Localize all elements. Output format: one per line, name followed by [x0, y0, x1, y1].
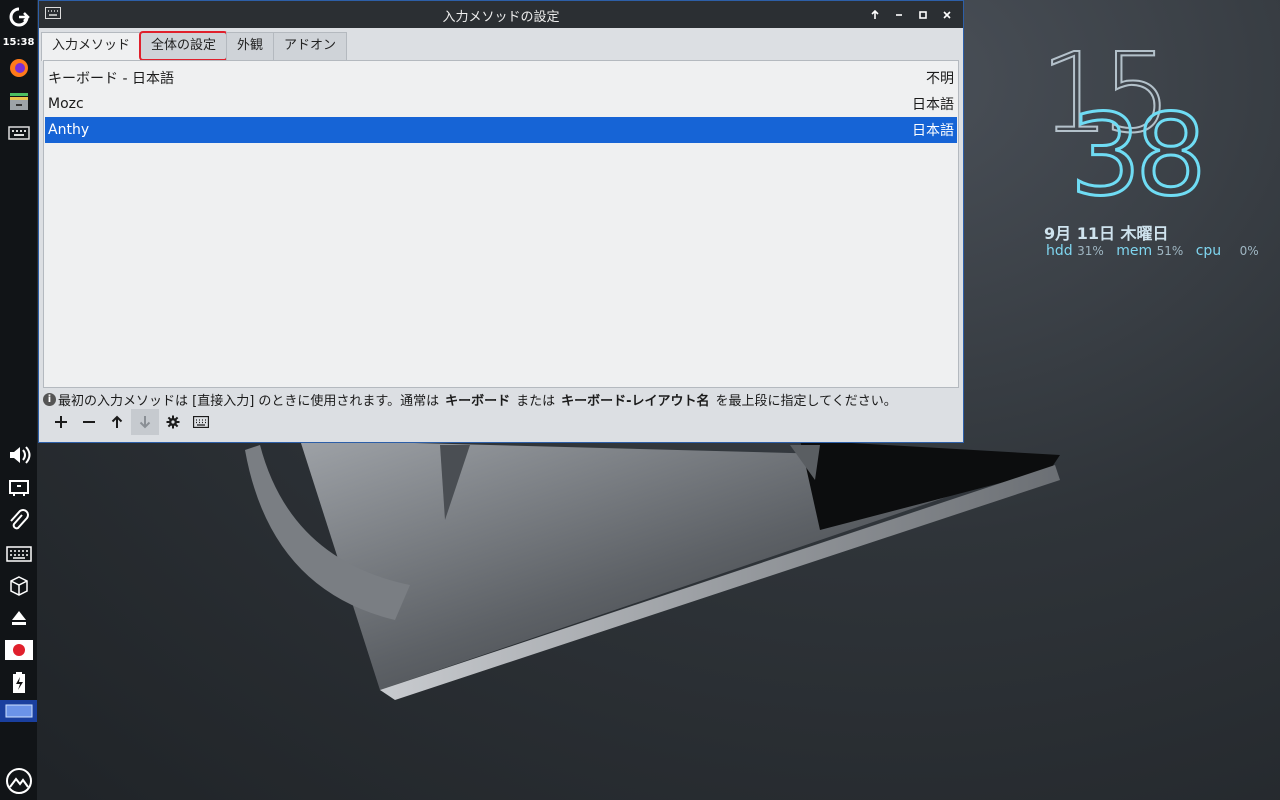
- arrow-up-icon: [111, 415, 123, 428]
- firefox-icon[interactable]: [0, 52, 37, 84]
- hdd-value: 31%: [1077, 244, 1104, 258]
- tab-appearance[interactable]: 外観: [226, 32, 275, 60]
- method-language: 日本語: [912, 123, 954, 139]
- tab-bar: 入力メソッド 全体の設定 外観 アドオン: [41, 31, 348, 61]
- configure-button[interactable]: [159, 409, 187, 435]
- arrow-up-icon: [871, 9, 879, 19]
- hint-part2: または: [516, 393, 556, 409]
- method-name: Anthy: [48, 122, 90, 138]
- window-titlebar[interactable]: 入力メソッドの設定: [39, 1, 963, 28]
- method-name: Mozc: [48, 96, 84, 112]
- volume-icon[interactable]: [0, 438, 37, 472]
- battery-icon[interactable]: [0, 666, 37, 700]
- move-up-button[interactable]: [103, 409, 131, 435]
- mem-value: 51%: [1156, 244, 1184, 258]
- window-title: 入力メソッドの設定: [442, 10, 560, 25]
- maximize-button[interactable]: [911, 1, 935, 28]
- eject-icon[interactable]: [0, 602, 37, 634]
- keyboard-icon[interactable]: [0, 118, 37, 148]
- keyboard-icon: [193, 416, 209, 428]
- minimize-icon: [896, 13, 902, 16]
- japan-flag-icon[interactable]: [0, 634, 37, 666]
- panel-clock: 15:38: [2, 37, 35, 48]
- add-button[interactable]: [47, 409, 75, 435]
- hint-bold1: キーボード: [445, 393, 511, 409]
- maximize-icon: [919, 10, 927, 19]
- arrow-down-icon: [139, 416, 151, 429]
- move-down-button[interactable]: [131, 409, 159, 435]
- input-method-config-window: 入力メソッドの設定 入力メソッド 全体の設定 外観 アドオン キーボード - 日…: [38, 0, 964, 443]
- system-stats: hdd 31% mem 51% cpu 0%: [1046, 243, 1267, 259]
- cpu-value: 0%: [1239, 244, 1259, 258]
- file-manager-icon[interactable]: [0, 84, 37, 118]
- list-item[interactable]: キーボード - 日本語 不明: [45, 65, 957, 91]
- workspace-switcher[interactable]: [0, 700, 37, 722]
- system-menu-icon[interactable]: [0, 762, 37, 800]
- tab-input-method[interactable]: 入力メソッド: [41, 32, 142, 61]
- method-name: キーボード - 日本語: [48, 71, 174, 87]
- hint-bold2: キーボード-レイアウト名: [561, 393, 710, 409]
- hint-part1: 最初の入力メソッドは [直接入力] のときに使用されます。通常は: [58, 393, 440, 409]
- desktop-clock-widget: 15 38 9月 11日 木曜日 hdd 31% mem 51% cpu 0%: [1039, 37, 1270, 268]
- gear-icon: [166, 415, 180, 429]
- keyboard-layout-icon[interactable]: [0, 538, 37, 570]
- hdd-label: hdd: [1046, 243, 1073, 259]
- info-icon: i: [43, 392, 56, 406]
- keep-above-button[interactable]: [863, 1, 887, 28]
- remove-button[interactable]: [75, 409, 103, 435]
- clock-date: 9月 11日 木曜日: [1044, 224, 1169, 243]
- hint-text: i 最初の入力メソッドは [直接入力] のときに使用されます。通常は キーボード…: [43, 390, 961, 409]
- method-language: 不明: [926, 71, 954, 87]
- keyboard-layout-button[interactable]: [187, 409, 215, 435]
- list-toolbar: [47, 409, 215, 435]
- method-language: 日本語: [912, 97, 954, 113]
- cpu-label: cpu: [1195, 243, 1222, 259]
- tab-global-config[interactable]: 全体の設定: [139, 31, 229, 61]
- paperclip-icon[interactable]: [0, 504, 37, 538]
- hint-part3: を最上段に指定してください。: [715, 393, 897, 409]
- plus-icon: [55, 416, 67, 428]
- minimize-button[interactable]: [887, 1, 911, 28]
- list-item-selected[interactable]: Anthy 日本語: [45, 117, 957, 143]
- package-box-icon[interactable]: [0, 570, 37, 602]
- close-icon: [943, 10, 951, 19]
- mem-label: mem: [1116, 243, 1153, 259]
- tab-addon[interactable]: アドオン: [273, 32, 348, 60]
- taskbar-panel: 15:38: [0, 0, 37, 800]
- clock-minute: 38: [1069, 91, 1208, 221]
- minus-icon: [83, 421, 95, 423]
- logout-icon[interactable]: [0, 0, 37, 34]
- list-item[interactable]: Mozc 日本語: [45, 91, 957, 117]
- network-icon[interactable]: [0, 472, 37, 504]
- close-button[interactable]: [935, 1, 959, 28]
- input-method-list: キーボード - 日本語 不明 Mozc 日本語 Anthy 日本語: [43, 60, 959, 388]
